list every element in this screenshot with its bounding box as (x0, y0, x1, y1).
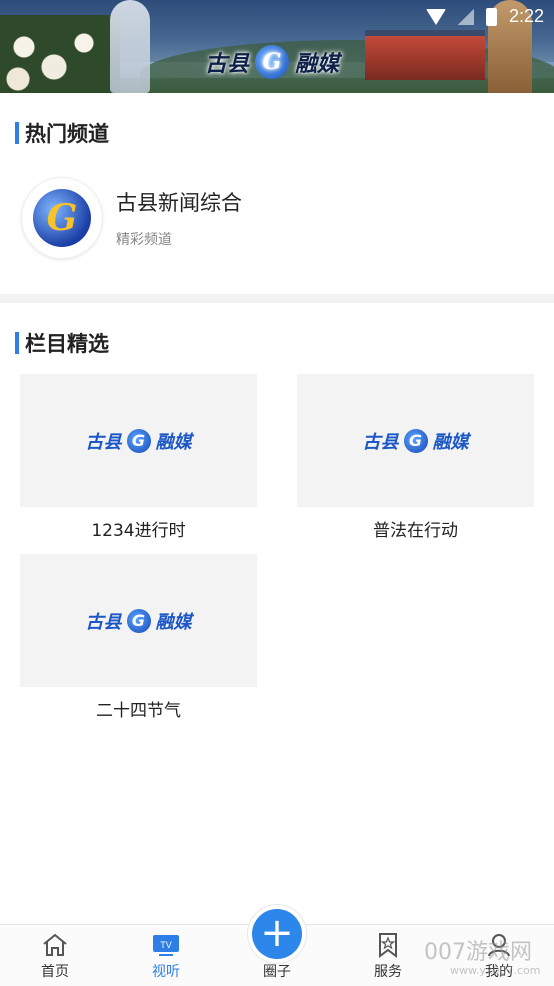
watermark: 007游戏网 www.yx007.com (424, 934, 540, 977)
nav-label: 服务 (374, 964, 402, 980)
hot-channels-header: 热门频道 (15, 118, 109, 148)
channel-logo-icon: G (33, 189, 91, 247)
battery-icon (485, 7, 497, 26)
logo-text-left: 古县 (205, 51, 250, 77)
logo-g-icon: G (255, 45, 290, 79)
program-label: 普法在行动 (373, 521, 458, 541)
status-bar: 2:22 (425, 6, 544, 27)
banner-statue (110, 0, 150, 93)
channel-subtitle: 精彩频道 (116, 232, 172, 248)
channel-item[interactable]: G 古县新闻综合 精彩频道 (22, 178, 242, 258)
nav-label: 圈子 (263, 964, 291, 980)
program-card[interactable]: 古县 G 融媒 二十四节气 (20, 554, 257, 721)
channel-avatar: G (22, 178, 102, 258)
tv-icon: TV (131, 931, 201, 959)
thumb-logo-g-icon: G (126, 608, 151, 633)
featured-header: 栏目精选 (15, 328, 109, 358)
wifi-icon (425, 8, 446, 25)
section-divider (0, 294, 554, 303)
app-logo: 古县 G 融媒 (205, 45, 339, 79)
nav-label: 首页 (41, 964, 69, 980)
thumb-logo-right: 融媒 (155, 611, 192, 633)
section-accent-bar (15, 332, 19, 354)
channel-info: 古县新闻综合 精彩频道 (116, 187, 242, 249)
thumb-logo-g-icon: G (403, 428, 428, 453)
program-label: 1234进行时 (91, 521, 186, 541)
section-title: 热门频道 (25, 122, 109, 146)
tv-icon-text: TV (160, 940, 172, 950)
program-label: 二十四节气 (96, 701, 181, 721)
section-title: 栏目精选 (25, 332, 109, 356)
signal-icon (457, 8, 474, 25)
program-thumbnail: 古县 G 融媒 (20, 374, 257, 507)
channel-name: 古县新闻综合 (116, 191, 242, 215)
nav-video[interactable]: TV 视听 (131, 931, 201, 981)
create-post-plus-icon[interactable]: + (252, 909, 302, 959)
program-card[interactable]: 古县 G 融媒 普法在行动 (297, 374, 534, 541)
section-accent-bar (15, 122, 19, 144)
program-card[interactable]: 古县 G 融媒 1234进行时 (20, 374, 257, 541)
banner-gate (365, 30, 485, 80)
program-thumbnail: 古县 G 融媒 (297, 374, 534, 507)
nav-home[interactable]: 首页 (20, 931, 90, 981)
program-thumbnail: 古县 G 融媒 (20, 554, 257, 687)
bookmark-star-icon (353, 931, 423, 959)
thumb-logo-g-icon: G (126, 428, 151, 453)
nav-circle[interactable]: 圈子 (242, 959, 312, 981)
thumb-logo-right: 融媒 (155, 431, 192, 453)
watermark-text: 007游戏网 (424, 940, 532, 965)
thumb-logo-left: 古县 (85, 431, 122, 453)
nav-label: 视听 (152, 964, 180, 980)
status-time: 2:22 (508, 6, 544, 26)
home-icon (20, 931, 90, 959)
nav-service[interactable]: 服务 (353, 931, 423, 981)
watermark-sub: www.yx007.com (450, 964, 541, 977)
banner-flowers (0, 15, 120, 93)
thumb-logo-left: 古县 (362, 431, 399, 453)
thumb-logo-left: 古县 (85, 611, 122, 633)
header-banner: 古县 G 融媒 2:22 (0, 0, 554, 93)
logo-text-right: 融媒 (295, 51, 340, 77)
thumb-logo-right: 融媒 (432, 431, 469, 453)
